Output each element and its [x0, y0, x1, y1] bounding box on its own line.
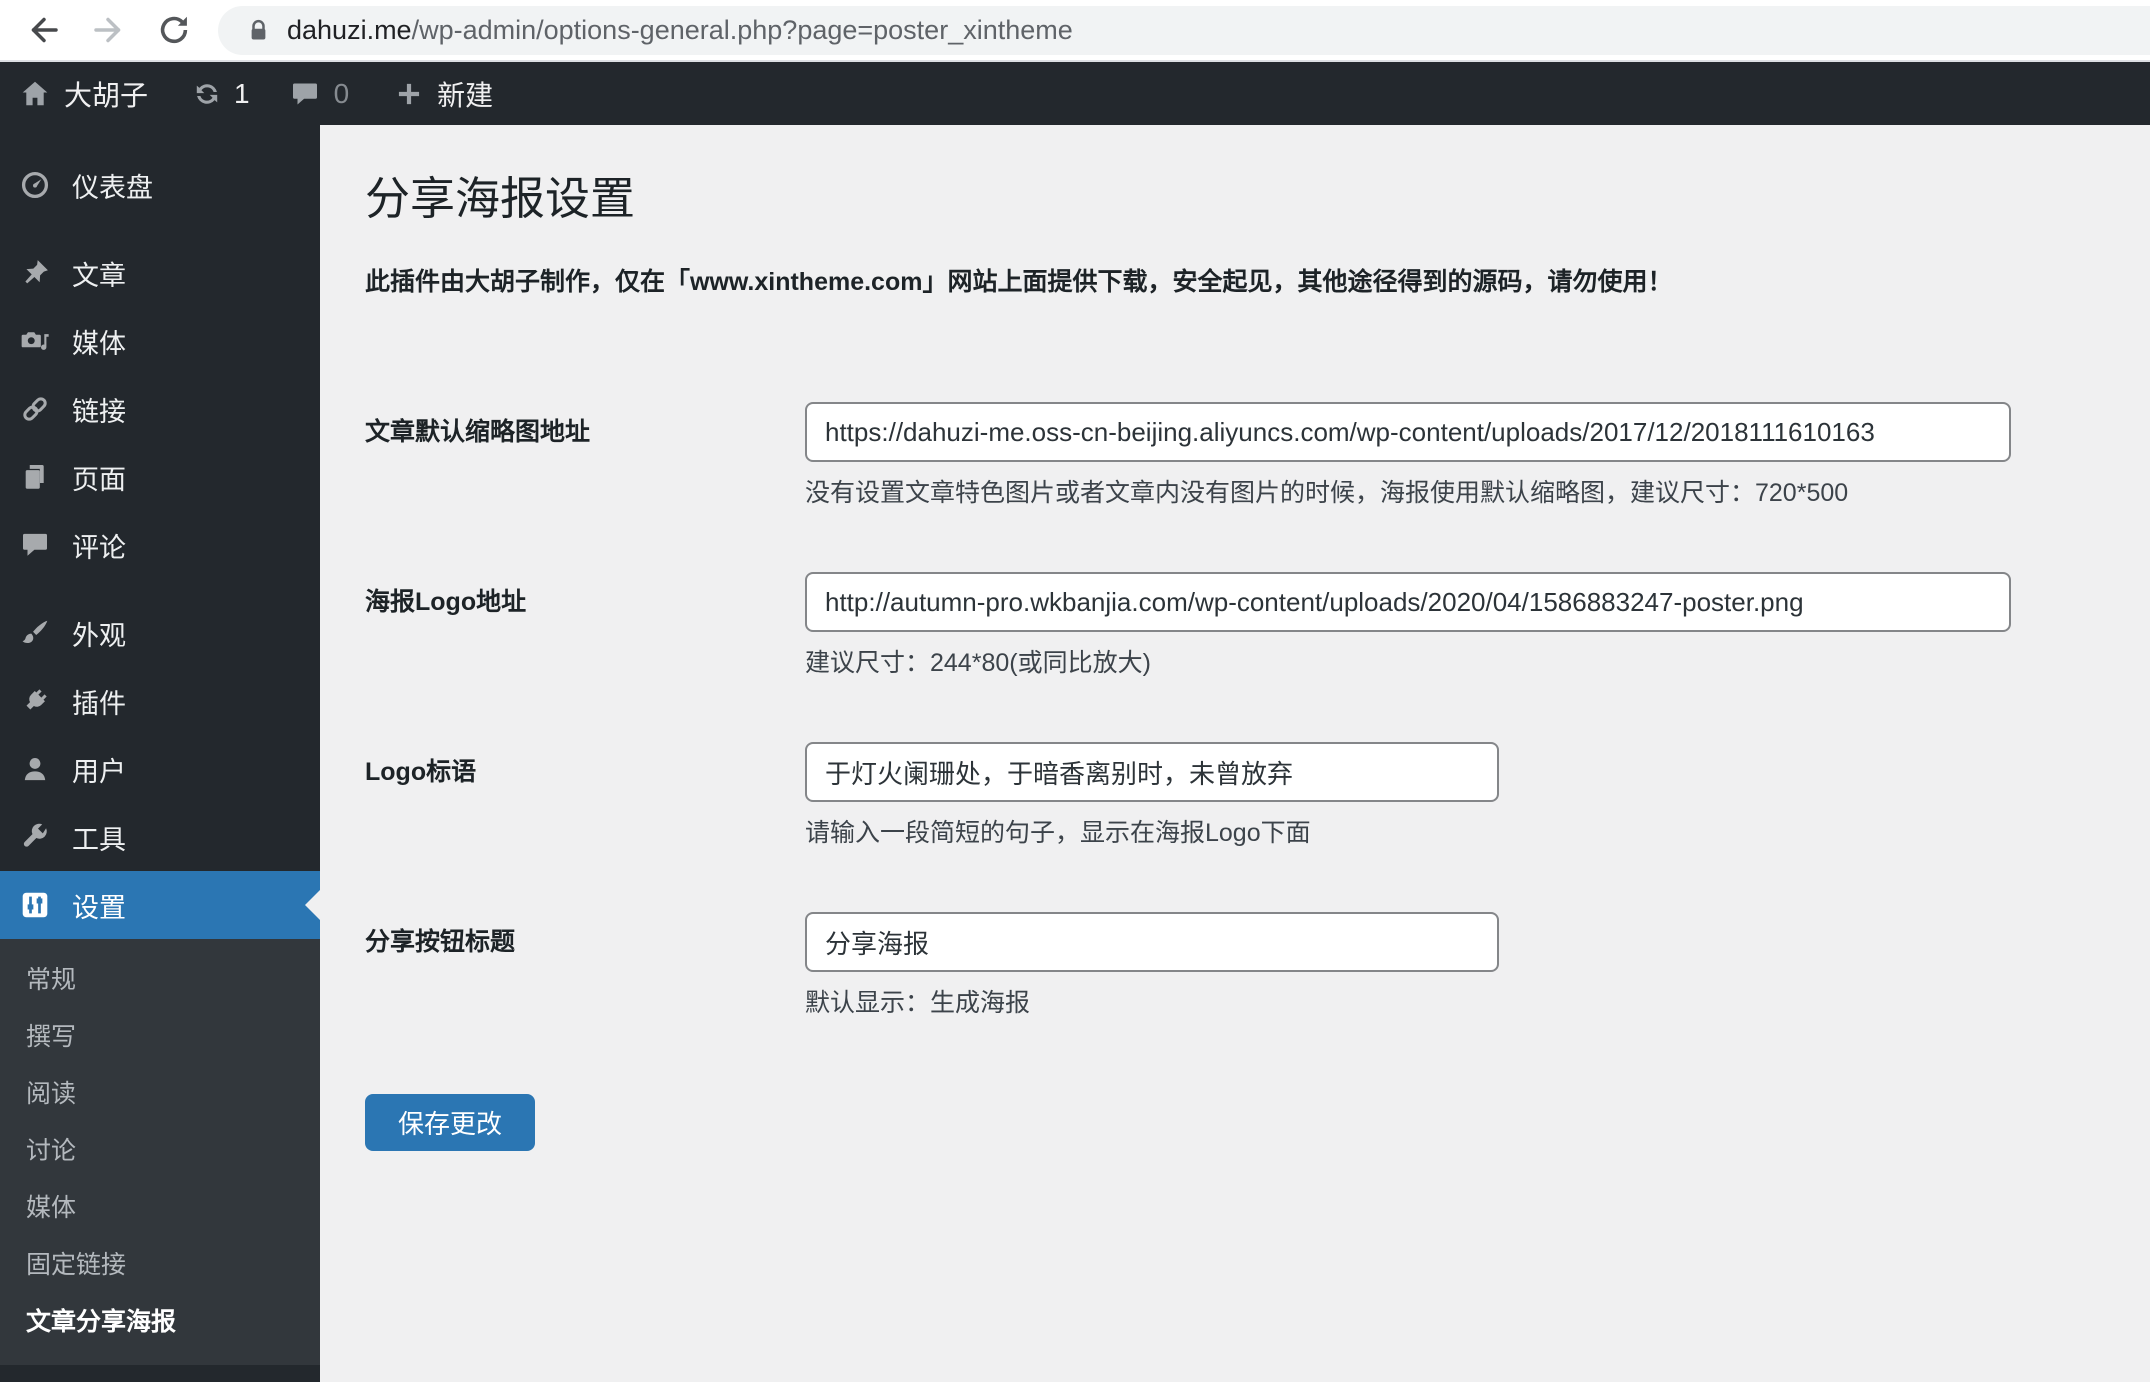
update-count: 1 [234, 77, 250, 109]
sidebar-item-label: 文章 [72, 260, 126, 291]
poster-settings-form: 文章默认缩略图地址 没有设置文章特色图片或者文章内没有图片的时候，海报使用默认缩… [365, 402, 2150, 1151]
browser-back-button[interactable] [26, 12, 62, 48]
field-help: 请输入一段简短的句子，显示在海报Logo下面 [805, 819, 1311, 847]
admin-bar-updates[interactable]: 1 [192, 78, 250, 110]
sidebar-item-pages[interactable]: 页面 [0, 443, 320, 511]
submenu-item-general[interactable]: 常规 [0, 952, 320, 1009]
browser-forward-button[interactable] [90, 12, 126, 48]
field-row-logo-slogan: Logo标语 请输入一段简短的句子，显示在海报Logo下面 [365, 742, 2150, 848]
url-path: /wp-admin/options-general.php?page=poste… [411, 15, 1073, 45]
field-help: 没有设置文章特色图片或者文章内没有图片的时候，海报使用默认缩略图，建议尺寸：72… [805, 479, 1849, 507]
sidebar-item-dashboard[interactable]: 仪表盘 [0, 151, 320, 219]
sidebar-item-label: 评论 [72, 532, 126, 563]
address-bar[interactable]: dahuzi.me/wp-admin/options-general.php?p… [218, 6, 2150, 55]
submenu-item-reading[interactable]: 阅读 [0, 1066, 320, 1123]
field-help: 默认显示：生成海报 [805, 989, 1031, 1017]
sidebar-item-appearance[interactable]: 外观 [0, 599, 320, 667]
browser-toolbar: dahuzi.me/wp-admin/options-general.php?p… [0, 0, 2150, 62]
share-button-title-input[interactable] [805, 912, 1499, 972]
plugins-icon [20, 686, 50, 716]
url-text: dahuzi.me/wp-admin/options-general.php?p… [287, 15, 1073, 46]
page-title: 分享海报设置 [365, 173, 636, 224]
plus-icon [395, 80, 423, 108]
field-label: 分享按钮标题 [365, 928, 516, 956]
field-label: 海报Logo地址 [365, 588, 527, 616]
sidebar-item-label: 设置 [72, 892, 126, 923]
home-icon [20, 79, 50, 109]
field-label: Logo标语 [365, 758, 477, 786]
back-arrow-icon [26, 12, 62, 48]
media-icon [20, 326, 50, 356]
wp-admin-sidebar: 仪表盘 文章 媒体 链接 页面 评论 外观 插件 用户 工具 设置 常规 撰写 … [0, 125, 320, 1382]
comments-icon [20, 530, 50, 560]
field-label: 文章默认缩略图地址 [365, 418, 591, 446]
sidebar-item-label: 外观 [72, 620, 126, 651]
submenu-item-discussion[interactable]: 讨论 [0, 1123, 320, 1180]
field-row-poster-logo: 海报Logo地址 建议尺寸：244*80(或同比放大) [365, 572, 2150, 678]
settings-page: 分享海报设置 此插件由大胡子制作，仅在「www.xintheme.com」网站上… [320, 125, 2150, 1382]
sidebar-item-links[interactable]: 链接 [0, 375, 320, 443]
settings-icon [20, 890, 50, 920]
submenu-item-share-poster[interactable]: 文章分享海报 [0, 1294, 320, 1351]
sidebar-item-users[interactable]: 用户 [0, 735, 320, 803]
forward-arrow-icon [90, 12, 126, 48]
admin-bar-site-name: 大胡子 [64, 79, 149, 111]
sidebar-item-label: 页面 [72, 464, 126, 495]
sidebar-item-label: 媒体 [72, 328, 126, 359]
field-row-share-button-title: 分享按钮标题 默认显示：生成海报 [365, 912, 2150, 1018]
menu-separator [0, 219, 320, 239]
admin-bar-new-content[interactable]: 新建 [395, 74, 493, 114]
sidebar-item-plugins[interactable]: 插件 [0, 667, 320, 735]
wp-admin-bar: 大胡子 1 0 新建 [0, 62, 2150, 125]
menu-separator [0, 579, 320, 599]
sidebar-item-label: 插件 [72, 688, 126, 719]
field-row-default-thumbnail: 文章默认缩略图地址 没有设置文章特色图片或者文章内没有图片的时候，海报使用默认缩… [365, 402, 2150, 508]
sidebar-item-settings[interactable]: 设置 [0, 871, 320, 939]
admin-bar-site-menu[interactable]: 大胡子 [20, 74, 148, 114]
links-icon [20, 394, 50, 424]
reload-icon [156, 12, 192, 48]
plugin-notice: 此插件由大胡子制作，仅在「www.xintheme.com」网站上面提供下载，安… [365, 268, 1673, 296]
submenu-item-media[interactable]: 媒体 [0, 1180, 320, 1237]
pages-icon [20, 462, 50, 492]
updates-icon [192, 79, 222, 109]
logo-slogan-input[interactable] [805, 742, 1499, 802]
sidebar-item-comments[interactable]: 评论 [0, 511, 320, 579]
lock-icon [246, 18, 271, 43]
sidebar-item-media[interactable]: 媒体 [0, 307, 320, 375]
save-changes-button[interactable]: 保存更改 [365, 1094, 536, 1151]
comment-bubble-icon [290, 79, 320, 109]
submenu-item-writing[interactable]: 撰写 [0, 1009, 320, 1066]
admin-bar-new-label: 新建 [437, 79, 494, 111]
sidebar-item-posts[interactable]: 文章 [0, 239, 320, 307]
users-icon [20, 754, 50, 784]
admin-bar-comments[interactable]: 0 [290, 77, 350, 110]
sidebar-item-label: 用户 [72, 756, 126, 787]
sidebar-item-label: 仪表盘 [72, 172, 153, 203]
submenu-item-permalinks[interactable]: 固定链接 [0, 1237, 320, 1294]
dashboard-icon [20, 170, 50, 200]
tools-icon [20, 822, 50, 852]
sidebar-item-label: 链接 [72, 396, 126, 427]
url-domain: dahuzi.me [287, 15, 412, 45]
posts-icon [20, 258, 50, 288]
comment-count: 0 [333, 77, 350, 109]
poster-logo-url-input[interactable] [805, 572, 2011, 632]
appearance-icon [20, 618, 50, 648]
default-thumbnail-url-input[interactable] [805, 402, 2011, 462]
sidebar-item-tools[interactable]: 工具 [0, 803, 320, 871]
sidebar-item-label: 工具 [72, 824, 126, 855]
settings-submenu: 常规 撰写 阅读 讨论 媒体 固定链接 文章分享海报 [0, 939, 320, 1365]
field-help: 建议尺寸：244*80(或同比放大) [805, 649, 1151, 677]
browser-reload-button[interactable] [156, 12, 192, 48]
